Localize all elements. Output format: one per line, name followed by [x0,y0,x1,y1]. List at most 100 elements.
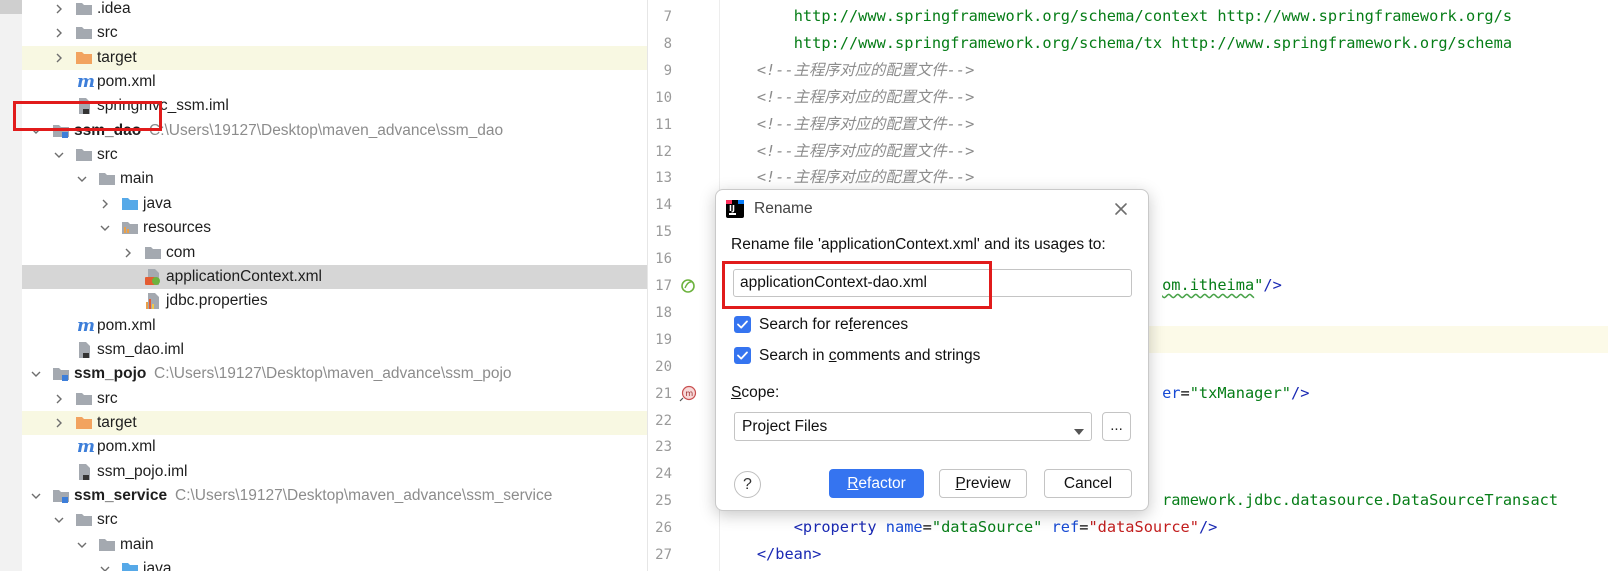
refactor-button[interactable]: Refactor [829,469,924,498]
tree-item[interactable]: src [22,21,662,45]
line-number: 19 [655,332,672,348]
code-line[interactable]: </bean> [720,541,1608,568]
tree-item[interactable]: com [22,241,662,265]
tree-module-row[interactable]: ssm_pojo C:\Users\19127\Desktop\maven_adv… [22,362,662,386]
tree-item[interactable]: src [22,387,662,411]
method-icon[interactable]: m [679,385,697,403]
code-token: /> [1263,276,1282,294]
tree-item[interactable]: src [22,143,662,167]
close-icon[interactable] [1112,200,1130,218]
code-token: <property [793,518,886,536]
line-number: 10 [655,90,672,106]
tree-item[interactable]: .idea [22,0,662,21]
code-line[interactable]: <!--主程序对应的配置文件--> [720,138,1608,165]
tree-item[interactable]: target [22,411,662,435]
chevron-down-icon[interactable] [53,514,65,526]
folder-icon [75,391,93,407]
tree-item-label: springmvc_ssm.iml [97,97,229,114]
code-line[interactable]: <!--主程序对应的配置文件--> [720,57,1608,84]
chevron-down-icon[interactable] [53,149,65,161]
tree-item-label: applicationContext.xml [166,268,322,285]
line-number: 11 [655,117,672,133]
folder-icon [98,537,116,553]
line-number: 16 [655,251,672,267]
excluded-folder-icon [75,50,93,66]
chevron-right-icon[interactable] [53,417,65,429]
chevron-down-icon[interactable] [99,222,111,234]
chevron-down-icon[interactable] [30,125,42,137]
chevron-right-icon[interactable] [122,247,134,259]
tree-item[interactable]: applicationContext.xml [22,265,662,289]
folder-icon [75,512,93,528]
tree-item-label: ssm_service [74,487,168,504]
module-folder-icon [52,488,70,504]
chevron-down-icon[interactable] [76,173,88,185]
chevron-down-icon[interactable] [30,490,42,502]
tree-module-row[interactable]: ssm_service C:\Users\19127\Desktop\maven_… [22,484,662,508]
editor-gutter[interactable]: 7 8 9 10 11 12 13 14 15 16 17 18 19 20 21 m 22 23 24 25 26 27 [648,0,720,571]
tree-item[interactable]: target [22,46,662,70]
tree-item[interactable]: ssm_dao.iml [22,338,662,362]
tree-item-label: target [97,49,137,66]
code-line[interactable]: <!--主程序对应的配置文件--> [720,164,1608,191]
code-token: <!--主程序对应的配置文件--> [756,168,975,186]
tree-item[interactable]: resources [22,216,662,240]
code-line[interactable]: <!--主程序对应的配置文件--> [720,111,1608,138]
chevron-right-icon[interactable] [53,52,65,64]
tree-item[interactable]: main [22,167,662,191]
code-token: http://www.springframework.org/schema/tx… [793,34,1513,52]
spring-bean-icon[interactable] [679,277,697,295]
code-line[interactable]: <property name="dataSource" ref="dataSou… [720,514,1608,541]
chevron-down-icon[interactable] [76,539,88,551]
chevron-right-icon[interactable] [53,3,65,15]
tree-item[interactable]: springmvc_ssm.iml [22,94,662,118]
code-token: = [922,518,932,536]
tree-item[interactable]: m pom.xml [22,435,662,459]
chevron-right-icon[interactable] [99,198,111,210]
tree-item[interactable]: java [22,557,662,571]
code-token: name [885,518,923,536]
code-line[interactable]: http://www.springframework.org/schema/tx… [720,30,1608,57]
scope-more-button[interactable]: ... [1102,412,1131,441]
tree-item-label: pom.xml [97,73,156,90]
search-comments-checkbox[interactable] [734,347,751,364]
iml-file-icon [75,342,93,358]
help-button[interactable]: ? [734,471,761,498]
code-token: ref [1051,518,1080,536]
chevron-right-icon[interactable] [53,393,65,405]
chevron-down-icon[interactable] [99,563,111,571]
scope-dropdown[interactable]: Project Files [734,412,1092,441]
line-number: 20 [655,359,672,375]
module-folder-icon [52,123,70,139]
tree-item-label: resources [143,219,212,236]
tree-item[interactable]: src [22,508,662,532]
code-line[interactable]: http://www.springframework.org/schema/co… [720,3,1608,30]
maven-file-icon: m [77,72,95,92]
new-name-input[interactable] [733,269,1132,297]
chevron-down-icon[interactable] [30,368,42,380]
module-path: C:\Users\19127\Desktop\maven_advance\ssm… [175,487,553,504]
tree-module-row[interactable]: ssm_dao C:\Users\19127\Desktop\maven_adva… [22,119,662,143]
label-part: cope: [741,384,780,401]
preview-button[interactable]: Preview [939,469,1027,498]
code-line[interactable]: <!--主程序对应的配置文件--> [720,84,1608,111]
cancel-button[interactable]: Cancel [1044,469,1132,498]
line-number: 25 [655,493,672,509]
tree-item[interactable]: main [22,533,662,557]
search-references-checkbox[interactable] [734,316,751,333]
tree-item[interactable]: java [22,192,662,216]
tree-item[interactable]: m pom.xml [22,70,662,94]
line-number: 8 [663,36,672,52]
maven-file-icon: m [77,316,95,336]
line-number: 26 [655,520,672,536]
project-tree[interactable]: .idea src target m pom.xml springmvc_ssm.iml s… [22,0,662,571]
tree-item-label: src [97,24,118,41]
scope-value: Project Files [742,418,828,435]
tree-item[interactable]: ssm_pojo.iml [22,460,662,484]
chevron-right-icon[interactable] [53,27,65,39]
code-token: er [1162,384,1181,402]
tree-item[interactable]: m pom.xml [22,314,662,338]
tree-item[interactable]: jdbc.properties [22,289,662,313]
